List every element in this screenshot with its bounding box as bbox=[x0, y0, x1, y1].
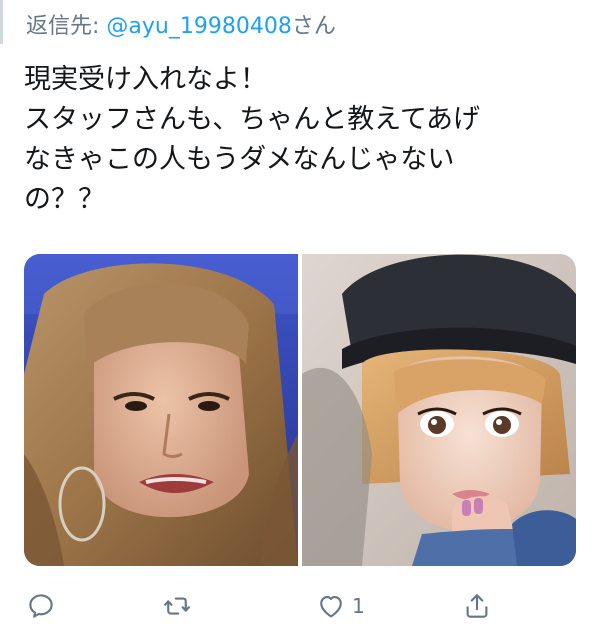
retweet-icon bbox=[164, 597, 190, 615]
photo-right[interactable] bbox=[302, 254, 576, 566]
photo-left[interactable] bbox=[24, 254, 298, 566]
heart-icon bbox=[320, 595, 342, 618]
tweet-text-line: 現実受け入れなよ！ bbox=[24, 64, 267, 95]
like-button[interactable]: 1 bbox=[316, 588, 365, 624]
reply-to-mention-link[interactable]: @ayu_19980408 bbox=[106, 14, 291, 39]
reply-to-suffix: さん bbox=[291, 14, 336, 39]
reply-to-prefix: 返信先: bbox=[26, 14, 107, 39]
photo-right-image bbox=[302, 254, 576, 566]
tweet-media[interactable] bbox=[24, 254, 576, 566]
tweet-action-bar: 1 bbox=[0, 584, 599, 630]
retweet-button[interactable] bbox=[162, 588, 198, 624]
tweet-text-line: なきゃこの人もうダメなんじゃない bbox=[24, 144, 455, 175]
like-count: 1 bbox=[352, 594, 365, 618]
share-button[interactable] bbox=[462, 588, 498, 624]
thread-connector-line bbox=[0, 0, 3, 44]
reply-button[interactable] bbox=[26, 588, 62, 624]
photo-left-image bbox=[24, 254, 298, 566]
share-icon bbox=[466, 594, 488, 618]
reply-icon bbox=[29, 594, 53, 618]
tweet-text: 現実受け入れなよ！ スタッフさんも、ちゃんと教えてあげ なきゃこの人もうダメなん… bbox=[24, 60, 584, 220]
reply-to-header: 返信先: @ayu_19980408さん bbox=[26, 12, 336, 42]
tweet-text-line: の？？ bbox=[24, 184, 105, 215]
tweet-text-line: スタッフさんも、ちゃんと教えてあげ bbox=[24, 104, 481, 135]
